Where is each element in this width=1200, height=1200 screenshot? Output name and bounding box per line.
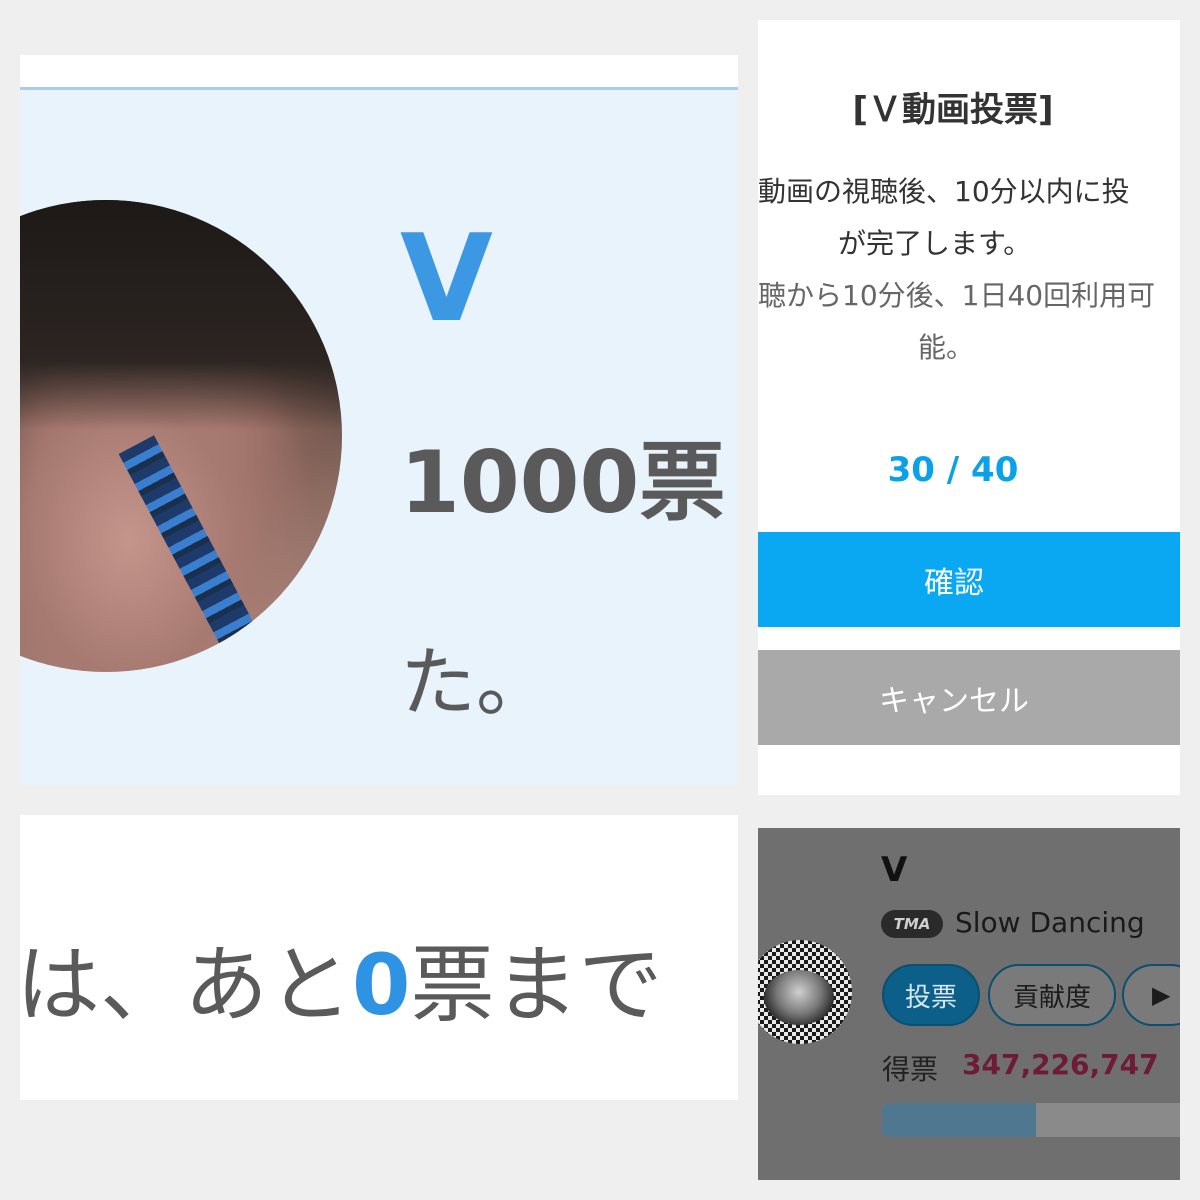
vote-button[interactable]: 投票 bbox=[882, 964, 980, 1026]
cancel-button[interactable]: キャンセル bbox=[758, 650, 1180, 745]
play-button[interactable]: ▶ bbox=[1122, 964, 1180, 1026]
votes-cast-text: 1000票 bbox=[400, 433, 726, 533]
remaining-count: 0 bbox=[352, 936, 411, 1034]
vote-usage-count: 30 / 40 bbox=[887, 450, 1019, 490]
vote-complete-panel: V 1000票 た。 bbox=[20, 55, 738, 785]
vote-progress-bar bbox=[882, 1103, 1180, 1137]
vote-dialog: [Ｖ動画投票] 動画の視聴後、10分以内に投 が完了します。 聴から10分後、1… bbox=[758, 20, 1180, 795]
remaining-suffix: 票まで bbox=[410, 936, 663, 1034]
artist-name: V bbox=[881, 850, 908, 890]
total-votes-value: 347,226,747 bbox=[962, 1048, 1159, 1081]
dialog-note-line: 聴から10分後、1日40回利用可 bbox=[758, 279, 1156, 312]
tma-badge-icon: TMA bbox=[881, 910, 943, 938]
artist-photo bbox=[20, 200, 342, 672]
confirm-button[interactable]: 確認 bbox=[758, 532, 1180, 627]
dialog-text-line: 動画の視聴後、10分以内に投 bbox=[758, 175, 1130, 208]
contribution-button[interactable]: 貢献度 bbox=[988, 964, 1116, 1026]
dialog-title: [Ｖ動画投票] bbox=[852, 90, 1054, 130]
remaining-votes-panel: は、あと0票まで bbox=[20, 815, 738, 1100]
artist-name: V bbox=[400, 210, 493, 349]
photo-hair bbox=[20, 200, 342, 430]
vote-complete-card: V 1000票 た。 bbox=[20, 87, 738, 785]
avatar-face bbox=[764, 970, 834, 1025]
remaining-prefix: は、あと bbox=[20, 936, 353, 1034]
vote-progress-fill bbox=[882, 1103, 1036, 1137]
photo-strap bbox=[118, 435, 272, 672]
dialog-note-line: 能。 bbox=[918, 331, 975, 364]
dialog-text-line: が完了します。 bbox=[838, 227, 1032, 260]
artist-avatar bbox=[758, 940, 852, 1044]
artist-ranking-card: V TMA Slow Dancing 投票 貢献度 ▶ 得票 347,226,7… bbox=[758, 828, 1180, 1180]
completion-text: た。 bbox=[400, 638, 552, 727]
play-icon: ▶ bbox=[1152, 981, 1171, 1009]
song-title: Slow Dancing bbox=[955, 906, 1145, 939]
total-votes-label: 得票 bbox=[882, 1053, 939, 1086]
remaining-votes-text: は、あと0票まで bbox=[20, 943, 662, 1027]
